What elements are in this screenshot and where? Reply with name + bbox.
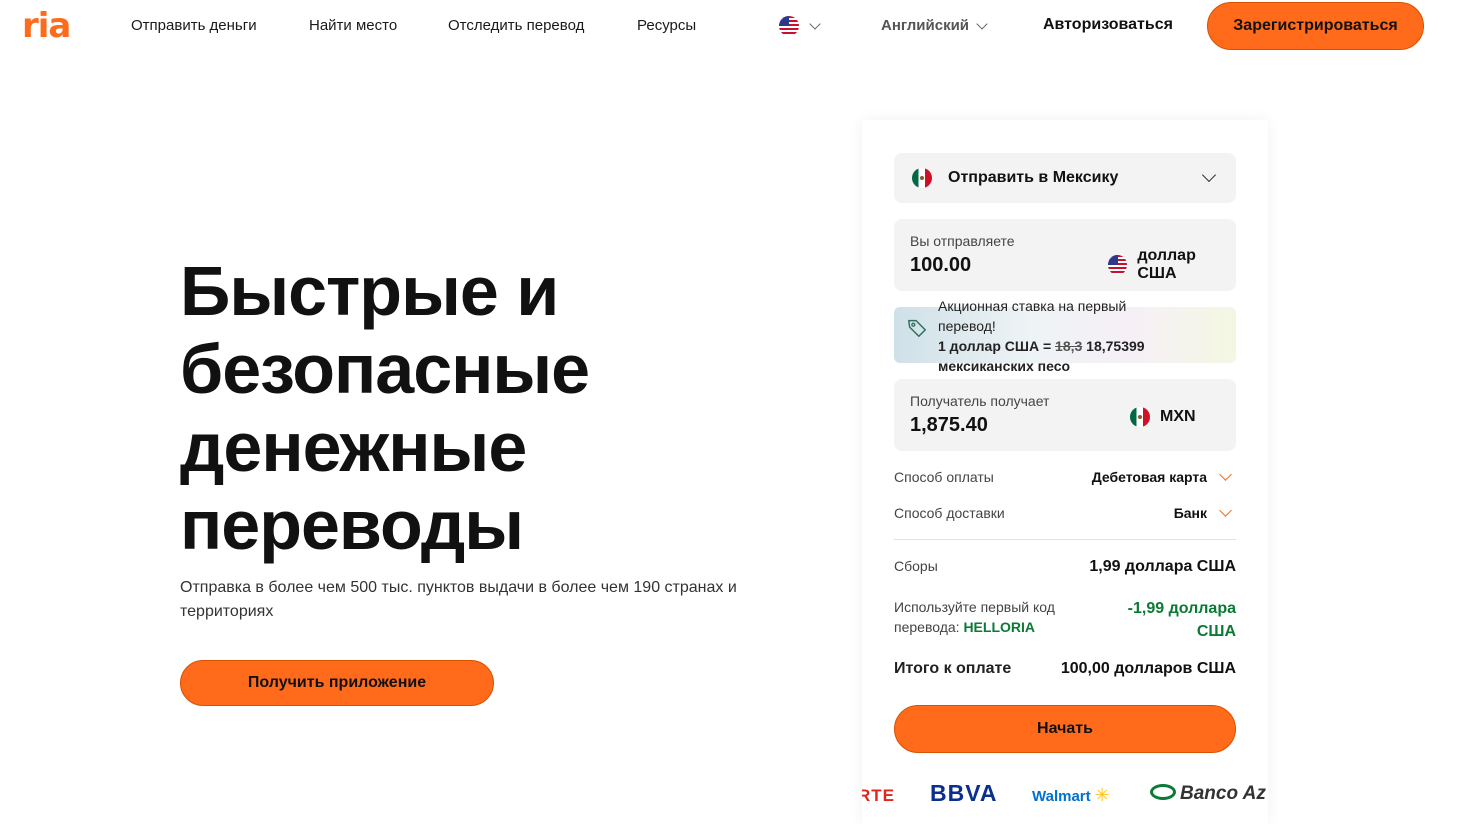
chevron-down-icon: [1219, 503, 1232, 517]
total-row: Итого к оплате 100,00 долларов США: [894, 660, 1236, 678]
payment-method-label: Способ оплаты: [894, 469, 994, 485]
nav-send-money[interactable]: Отправить деньги: [131, 17, 257, 34]
fees-value: 1,99 доллара США: [1089, 558, 1236, 575]
receive-currency-select[interactable]: MXN: [1130, 407, 1196, 427]
receive-amount-input[interactable]: 1,875.40: [910, 414, 988, 437]
hero-title: Быстрые и безопасные денежные переводы: [180, 252, 590, 564]
total-value: 100,00 долларов США: [1060, 660, 1236, 677]
receive-amount-field[interactable]: Получатель получает 1,875.40 MXN: [894, 379, 1236, 451]
hero-subtitle: Отправка в более чем 500 тыс. пунктов вы…: [180, 579, 737, 620]
azteca-mark-icon: [1150, 783, 1176, 800]
delivery-method-row[interactable]: Способ доставки Банк: [894, 503, 1236, 521]
partner-logo-walmart: Walmart ✳: [1032, 785, 1110, 806]
mexico-flag-icon: [1130, 407, 1150, 427]
discount-value: -1,99 доллара США: [1127, 600, 1236, 640]
send-currency-label: доллар США: [1137, 247, 1196, 282]
promo-text: Акционная ставка на первый перевод! 1 до…: [938, 296, 1178, 376]
promo-code: HELLORIA: [963, 619, 1035, 635]
nav-track-transfer[interactable]: Отследить перевод: [448, 17, 584, 34]
partner-logos: RTE BBVA Walmart ✳ Banco Az: [862, 780, 1268, 824]
chevron-down-icon: [1201, 167, 1217, 183]
nav-find-location[interactable]: Найти место: [309, 17, 397, 34]
us-flag-icon[interactable]: [779, 16, 799, 36]
get-app-button[interactable]: Получить приложение: [180, 660, 494, 706]
spark-icon: ✳: [1094, 785, 1110, 805]
start-button[interactable]: Начать: [894, 705, 1236, 753]
delivery-method-label: Способ доставки: [894, 505, 1005, 521]
payment-method-select[interactable]: Дебетовая карта: [1091, 467, 1236, 485]
top-navigation: ria Отправить деньги Найти место Отследи…: [0, 0, 1460, 56]
send-amount-field[interactable]: Вы отправляете 100.00 доллар США: [894, 219, 1236, 291]
divider: [894, 539, 1236, 540]
language-selector[interactable]: Английский: [881, 17, 969, 34]
send-currency-select[interactable]: доллар США: [1108, 247, 1236, 283]
partner-logo-rte: RTE: [862, 786, 895, 805]
ria-logo[interactable]: ria: [22, 8, 71, 44]
fees-label: Сборы: [894, 558, 938, 574]
fees-row: Сборы 1,99 доллара США: [894, 558, 1236, 575]
promo-rate-suffix: мексиканских песо: [938, 358, 1071, 374]
send-amount-input[interactable]: 100.00: [910, 254, 971, 277]
destination-label: Отправить в Мексику: [948, 169, 1119, 186]
total-label: Итого к оплате: [894, 660, 1012, 677]
delivery-method-select[interactable]: Банк: [1173, 503, 1236, 521]
login-link[interactable]: Авторизоваться: [1043, 16, 1173, 34]
chevron-down-icon: [1219, 467, 1232, 481]
transfer-calculator: Отправить в Мексику Вы отправляете 100.0…: [862, 120, 1268, 824]
promo-rate-banner: Акционная ставка на первый перевод! 1 до…: [894, 298, 1236, 374]
payment-method-value: Дебетовая карта: [1091, 469, 1207, 485]
promo-rate-prefix: 1 доллар США =: [938, 338, 1052, 354]
azteca-wordmark: Banco Az: [1180, 783, 1266, 804]
walmart-wordmark: Walmart: [1032, 788, 1091, 805]
payment-method-row[interactable]: Способ оплаты Дебетовая карта: [894, 467, 1236, 485]
tag-icon: [908, 319, 926, 337]
send-amount-label: Вы отправляете: [910, 233, 1015, 249]
promo-old-rate: 18,3: [1055, 338, 1083, 354]
receive-amount-label: Получатель получает: [910, 393, 1050, 409]
destination-country-select[interactable]: Отправить в Мексику: [894, 153, 1236, 203]
receive-currency-label: MXN: [1160, 408, 1196, 425]
mexico-flag-icon: [912, 168, 932, 188]
register-button[interactable]: Зарегистрироваться: [1207, 2, 1424, 50]
promo-title: Акционная ставка на первый перевод!: [938, 298, 1127, 334]
partner-logo-bbva: BBVA: [930, 780, 998, 806]
delivery-method-value: Банк: [1173, 505, 1207, 521]
chevron-down-icon[interactable]: [976, 18, 988, 30]
partner-logo-banco-azteca: Banco Az: [1150, 783, 1266, 805]
nav-resources[interactable]: Ресурсы: [637, 17, 696, 34]
promo-code-row: Используйте первый код перевода: HELLORI…: [894, 597, 1236, 640]
us-flag-icon: [1108, 255, 1128, 275]
promo-new-rate: 18,75399: [1086, 338, 1145, 354]
chevron-down-icon[interactable]: [809, 18, 821, 30]
